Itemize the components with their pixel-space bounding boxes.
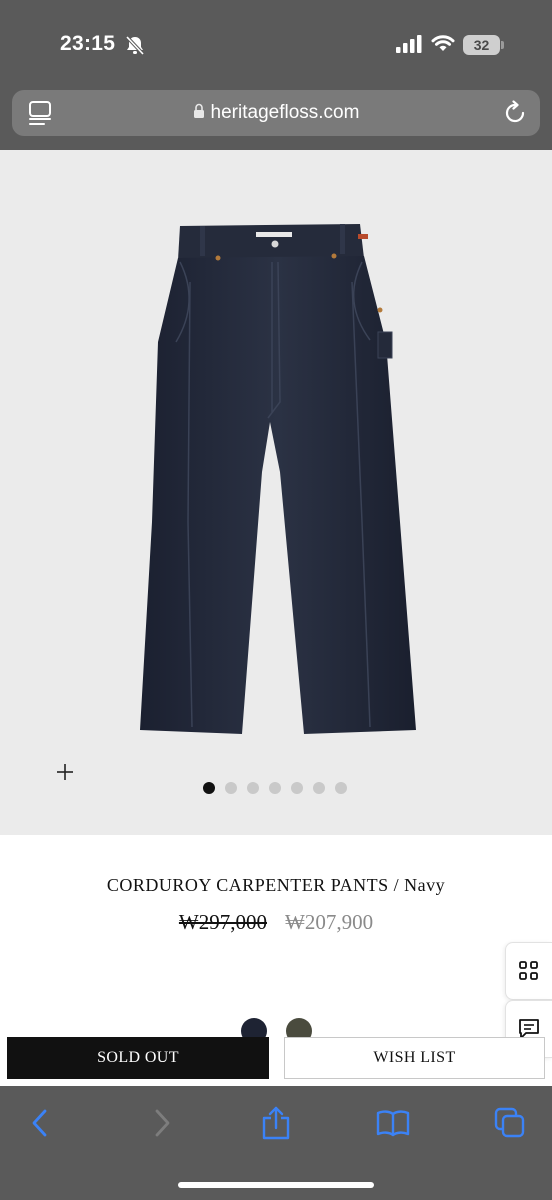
wish-list-button[interactable]: WISH LIST [284, 1037, 545, 1079]
slide-dot-5[interactable] [291, 782, 303, 794]
plus-icon[interactable] [55, 762, 75, 782]
status-time: 23:15 [60, 32, 116, 55]
grid-icon [519, 961, 538, 980]
battery-tip [501, 41, 504, 49]
reload-icon[interactable] [502, 100, 528, 126]
battery-icon: 32 [463, 35, 505, 55]
forward-icon [155, 1109, 170, 1137]
cellular-signal-icon [396, 35, 422, 53]
browser-toolbar [0, 1086, 552, 1200]
lock-icon [193, 103, 204, 118]
url-display[interactable]: heritagefloss.com [12, 90, 540, 136]
bookmarks-icon[interactable] [376, 1106, 410, 1140]
tabs-icon[interactable] [493, 1106, 527, 1140]
slide-dot-1[interactable] [203, 782, 215, 794]
slide-dot-4[interactable] [269, 782, 281, 794]
sale-price: ₩207,900 [285, 910, 374, 934]
slide-indicator [203, 782, 347, 794]
slide-dot-2[interactable] [225, 782, 237, 794]
wifi-icon [431, 35, 455, 51]
home-indicator[interactable] [178, 1182, 374, 1188]
product-title: CORDUROY CARPENTER PANTS / Navy [106, 875, 446, 895]
sold-out-button[interactable]: SOLD OUT [7, 1037, 269, 1079]
original-price: ₩297,000 [178, 910, 267, 934]
slide-dot-6[interactable] [313, 782, 325, 794]
tabs-overview-icon[interactable] [28, 100, 52, 126]
url-text: heritagefloss.com [210, 102, 360, 123]
back-icon[interactable] [24, 1106, 58, 1140]
address-bar[interactable]: heritagefloss.com [12, 90, 540, 136]
product-prices: ₩297,000 ₩207,900 [0, 910, 552, 935]
share-icon[interactable] [259, 1106, 293, 1140]
slide-dot-7[interactable] [335, 782, 347, 794]
product-gallery[interactable] [0, 150, 552, 835]
bell-slash-icon [125, 35, 145, 55]
grid-view-tab[interactable] [505, 942, 552, 1000]
battery-level: 32 [463, 35, 500, 55]
slide-dot-3[interactable] [247, 782, 259, 794]
navy-corduroy-pants-photo [140, 224, 416, 734]
browser-top-chrome: 23:15 32 heritagefloss.com [0, 0, 552, 150]
